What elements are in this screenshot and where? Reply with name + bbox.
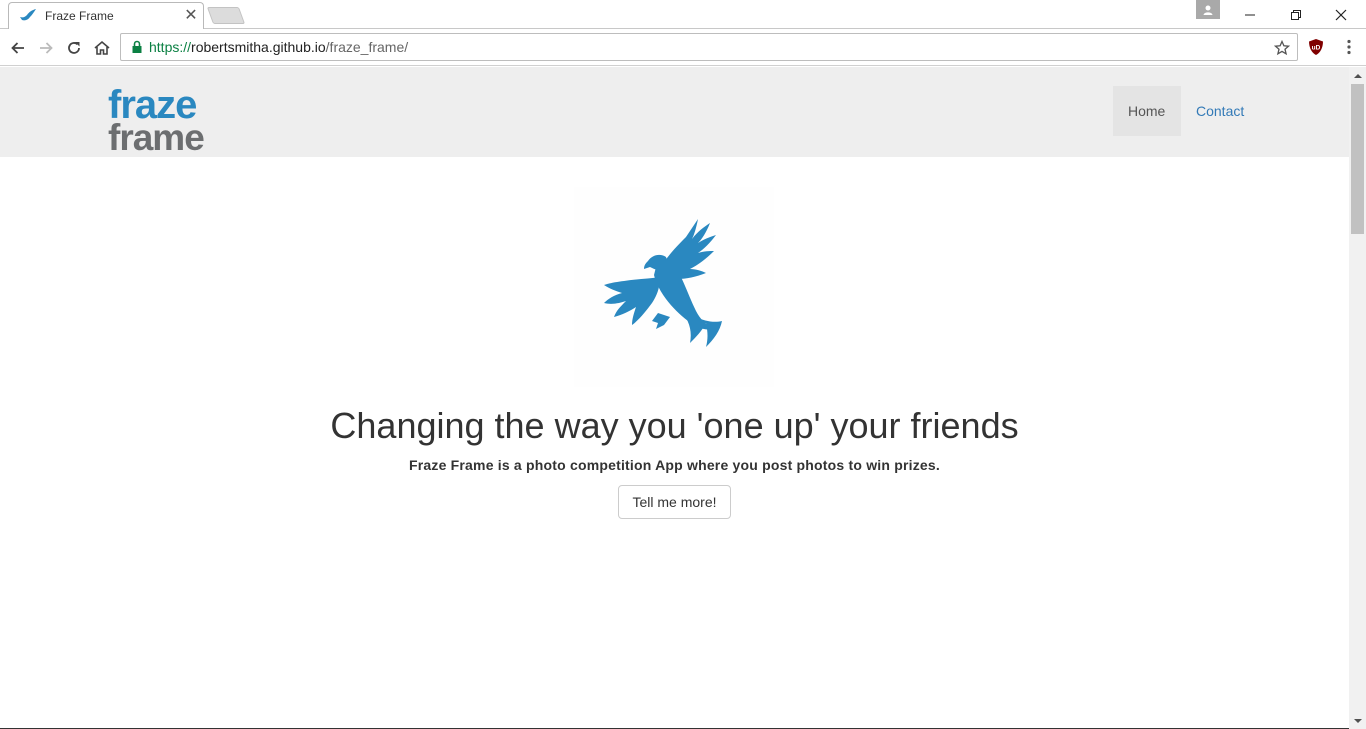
tab-content: Fraze Frame ✕: [19, 3, 205, 29]
scrollbar-thumb[interactable]: [1351, 84, 1364, 234]
restore-icon: [1291, 9, 1301, 20]
ublock-extension-button[interactable]: uD: [1306, 37, 1326, 57]
lock-icon: [129, 39, 145, 55]
back-arrow-icon: [11, 42, 24, 54]
forward-arrow-icon: [40, 42, 53, 54]
address-bar[interactable]: https://robertsmitha.github.io/fraze_fra…: [120, 33, 1298, 61]
hero-headline: Changing the way you 'one up' your frien…: [330, 405, 1019, 446]
extension-label: uD: [1312, 45, 1321, 52]
tab-close-icon[interactable]: ✕: [183, 7, 199, 24]
hero-image: [574, 187, 774, 387]
scroll-up-button[interactable]: [1349, 67, 1366, 84]
scroll-down-arrow-icon: [1353, 718, 1362, 723]
browser-tab[interactable]: Fraze Frame ✕: [8, 2, 204, 30]
url-scheme: https://: [149, 39, 192, 55]
nav-contact-link[interactable]: Contact: [1181, 86, 1259, 136]
site-logo[interactable]: fraze frame: [108, 85, 205, 158]
bookmark-star-icon[interactable]: [1273, 39, 1291, 57]
browser-toolbar: https://robertsmitha.github.io/fraze_fra…: [0, 29, 1366, 66]
eagle-icon: [604, 219, 722, 347]
reload-icon: [68, 42, 80, 54]
vertical-scrollbar[interactable]: [1349, 67, 1366, 729]
browser-menu-button[interactable]: [1339, 35, 1359, 59]
back-button[interactable]: [5, 35, 31, 61]
restore-button[interactable]: [1273, 0, 1319, 29]
web-page: fraze frame Home Contact Changing the wa…: [0, 67, 1349, 729]
page-viewport: fraze frame Home Contact Changing the wa…: [0, 67, 1366, 729]
kebab-menu-icon: [1347, 39, 1351, 55]
home-button[interactable]: [89, 35, 115, 61]
site-navbar: fraze frame Home Contact: [0, 67, 1349, 157]
window-close-button[interactable]: [1318, 0, 1364, 29]
minimize-button[interactable]: [1227, 0, 1273, 29]
new-tab-button[interactable]: [206, 7, 246, 24]
close-icon: [1335, 9, 1347, 20]
reload-button[interactable]: [61, 35, 87, 61]
home-icon: [94, 40, 110, 55]
nav-home-link[interactable]: Home: [1113, 86, 1181, 136]
forward-button[interactable]: [33, 35, 59, 61]
ublock-icon: uD: [1309, 39, 1323, 55]
bird-icon: [19, 8, 37, 24]
logo-line-frame: frame: [108, 117, 205, 158]
url-path: /fraze_frame/: [325, 39, 409, 55]
hero-subline: Fraze Frame is a photo competition App w…: [409, 457, 940, 473]
scroll-up-arrow-icon: [1353, 73, 1362, 78]
tell-me-more-button[interactable]: Tell me more!: [618, 485, 731, 519]
tab-strip: Fraze Frame ✕: [0, 0, 1366, 30]
url-text[interactable]: https://robertsmitha.github.io/fraze_fra…: [149, 39, 408, 55]
profile-avatar-icon[interactable]: [1196, 0, 1220, 19]
tab-title: Fraze Frame: [45, 9, 114, 23]
minimize-icon: [1245, 14, 1255, 15]
scroll-down-button[interactable]: [1349, 712, 1366, 729]
url-host: robertsmitha.github.io: [191, 39, 326, 55]
